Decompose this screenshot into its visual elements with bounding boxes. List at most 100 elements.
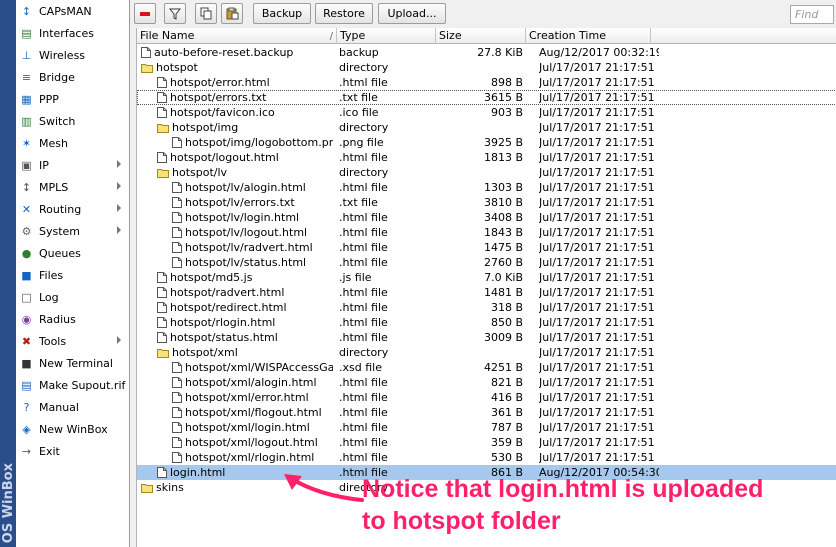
file-icon [157, 77, 167, 88]
sidebar-item-switch[interactable]: ▥ Switch [16, 110, 129, 132]
table-row[interactable]: hotspot/xml/WISPAccessGa... .xsd file 4251… [137, 360, 836, 375]
find-input[interactable]: Find [790, 5, 834, 24]
sidebar-item-tools[interactable]: ✖ Tools [16, 330, 129, 352]
sidebar-item-files[interactable]: ■ Files [16, 264, 129, 286]
cell-size: 898 B [490, 76, 523, 89]
tools-icon: ✖ [21, 334, 32, 348]
files-table: File Name / Type Size Creation Time auto… [136, 28, 836, 547]
table-row[interactable]: hotspot/rlogin.html .html file 850 B Jul/17… [137, 315, 836, 330]
sidebar-item-label: CAPsMAN [39, 4, 92, 18]
table-row[interactable]: hotspot/lv/login.html .html file 3408 B Jul… [137, 210, 836, 225]
cell-size: 1843 B [483, 226, 523, 239]
table-row[interactable]: hotspot/status.html .html file 3009 B Jul/1… [137, 330, 836, 345]
cell-file-name: hotspot/rlogin.html [157, 315, 333, 330]
table-row[interactable]: hotspot/favicon.ico .ico file 903 B Jul/17/… [137, 105, 836, 120]
sidebar-item-bridge[interactable]: ≡ Bridge [16, 66, 129, 88]
cell-size: 3925 B [483, 136, 523, 149]
sidebar-item-exit[interactable]: → Exit [16, 440, 129, 462]
cell-creation-time: Aug/12/2017 00:32:19 [539, 46, 659, 59]
table-row[interactable]: hotspot/lv/alogin.html .html file 1303 B Ju… [137, 180, 836, 195]
folder-icon [157, 168, 169, 178]
copy-button[interactable] [195, 3, 217, 24]
sidebar-item-interfaces[interactable]: ▤ Interfaces [16, 22, 129, 44]
sidebar-item-new-winbox[interactable]: ◈ New WinBox [16, 418, 129, 440]
file-icon [172, 137, 182, 148]
col-header-type[interactable]: Type [337, 28, 436, 44]
table-row[interactable]: auto-before-reset.backup backup 27.8 KiB Au… [137, 45, 836, 60]
sidebar-item-make-supout-rif[interactable]: ▤ Make Supout.rif [16, 374, 129, 396]
cell-size [438, 120, 523, 135]
col-header-file-name[interactable]: File Name / [137, 28, 337, 44]
table-row[interactable]: hotspot/lv/logout.html .html file 1843 B Ju… [137, 225, 836, 240]
table-row[interactable]: hotspot/xml/rlogin.html .html file 530 B Ju… [137, 450, 836, 465]
sidebar-item-system[interactable]: ⚙ System [16, 220, 129, 242]
table-row[interactable]: hotspot/xml/error.html .html file 416 B Jul… [137, 390, 836, 405]
file-name-text: hotspot/xml/rlogin.html [185, 451, 315, 464]
capsman-icon: ↕ [21, 4, 32, 18]
table-row[interactable]: hotspot/md5.js .js file 7.0 KiB Jul/17/2017… [137, 270, 836, 285]
file-name-text: hotspot/redirect.html [170, 301, 287, 314]
file-name-text: hotspot/rlogin.html [170, 316, 276, 329]
cell-type: .html file [339, 76, 388, 89]
cell-type: .html file [339, 256, 388, 269]
sidebar-item-queues[interactable]: ● Queues [16, 242, 129, 264]
sidebar-item-ppp[interactable]: ▦ PPP [16, 88, 129, 110]
col-header-label: File Name [140, 29, 195, 42]
table-row[interactable]: hotspot/lv/status.html .html file 2760 B Ju… [137, 255, 836, 270]
sidebar-item-label: Radius [39, 312, 76, 326]
file-name-text: hotspot/lv/alogin.html [185, 181, 306, 194]
sidebar-item-routing[interactable]: ✕ Routing [16, 198, 129, 220]
supout-icon: ▤ [21, 378, 32, 392]
sort-icon: / [329, 31, 333, 42]
cell-file-name: hotspot [141, 60, 333, 75]
file-name-text: hotspot/favicon.ico [170, 106, 275, 119]
sidebar-item-mesh[interactable]: ✶ Mesh [16, 132, 129, 154]
table-row[interactable]: hotspot/redirect.html .html file 318 B Jul/… [137, 300, 836, 315]
funnel-icon [169, 8, 181, 20]
col-header-creation-time[interactable]: Creation Time [526, 28, 651, 44]
table-row[interactable]: hotspot/logout.html .html file 1813 B Jul/1… [137, 150, 836, 165]
col-header-size[interactable]: Size [436, 28, 526, 44]
copy-icon [200, 7, 212, 20]
file-name-text: hotspot/xml [172, 346, 238, 359]
sidebar-item-log[interactable]: □ Log [16, 286, 129, 308]
folder-icon [141, 63, 153, 73]
table-row[interactable]: hotspot/img directory Jul/17/2017 21:17:51 [137, 120, 836, 135]
table-row[interactable]: hotspot/lv directory Jul/17/2017 21:17:51 [137, 165, 836, 180]
cell-type: .html file [339, 286, 388, 299]
table-row[interactable]: hotspot/xml/flogout.html .html file 361 B J… [137, 405, 836, 420]
table-row[interactable]: hotspot/xml/alogin.html .html file 821 B Ju… [137, 375, 836, 390]
table-row[interactable]: hotspot directory Jul/17/2017 21:17:51 [137, 60, 836, 75]
remove-button[interactable] [134, 3, 156, 24]
sidebar-item-new-terminal[interactable]: ■ New Terminal [16, 352, 129, 374]
cell-file-name: auto-before-reset.backup [141, 45, 333, 60]
cell-file-name: hotspot/radvert.html [157, 285, 333, 300]
sidebar-item-mpls[interactable]: ↕ MPLS [16, 176, 129, 198]
upload-button[interactable]: Upload... [378, 3, 446, 24]
sidebar-item-capsman[interactable]: ↕ CAPsMAN [16, 0, 129, 22]
submenu-arrow-icon [117, 226, 121, 234]
file-icon [172, 242, 182, 253]
sidebar-item-radius[interactable]: ◉ Radius [16, 308, 129, 330]
table-row[interactable]: hotspot/img/logobottom.png .png file 3925 … [137, 135, 836, 150]
cell-creation-time: Jul/17/2017 21:17:51 [539, 106, 655, 119]
sidebar-item-manual[interactable]: ? Manual [16, 396, 129, 418]
cell-size: 3810 B [483, 196, 523, 209]
table-row[interactable]: hotspot/xml/logout.html .html file 359 B Ju… [137, 435, 836, 450]
filter-button[interactable] [164, 3, 186, 24]
table-row[interactable]: hotspot/xml directory Jul/17/2017 21:17:51 [137, 345, 836, 360]
bridge-icon: ≡ [21, 70, 32, 84]
sidebar-item-ip[interactable]: ▣ IP [16, 154, 129, 176]
backup-button[interactable]: Backup [253, 3, 311, 24]
sidebar-item-wireless[interactable]: ⊥ Wireless [16, 44, 129, 66]
paste-button[interactable] [221, 3, 243, 24]
file-name-text: hotspot/error.html [170, 76, 270, 89]
table-row[interactable]: hotspot/xml/login.html .html file 787 B Jul… [137, 420, 836, 435]
table-row[interactable]: hotspot/radvert.html .html file 1481 B Jul/… [137, 285, 836, 300]
sidebar-item-label: Switch [39, 114, 76, 128]
table-row[interactable]: hotspot/lv/errors.txt .txt file 3810 B Jul/… [137, 195, 836, 210]
table-row[interactable]: hotspot/errors.txt .txt file 3615 B Jul/17/… [137, 90, 836, 105]
table-row[interactable]: hotspot/error.html .html file 898 B Jul/17/… [137, 75, 836, 90]
table-row[interactable]: hotspot/lv/radvert.html .html file 1475 B J… [137, 240, 836, 255]
restore-button[interactable]: Restore [315, 3, 373, 24]
